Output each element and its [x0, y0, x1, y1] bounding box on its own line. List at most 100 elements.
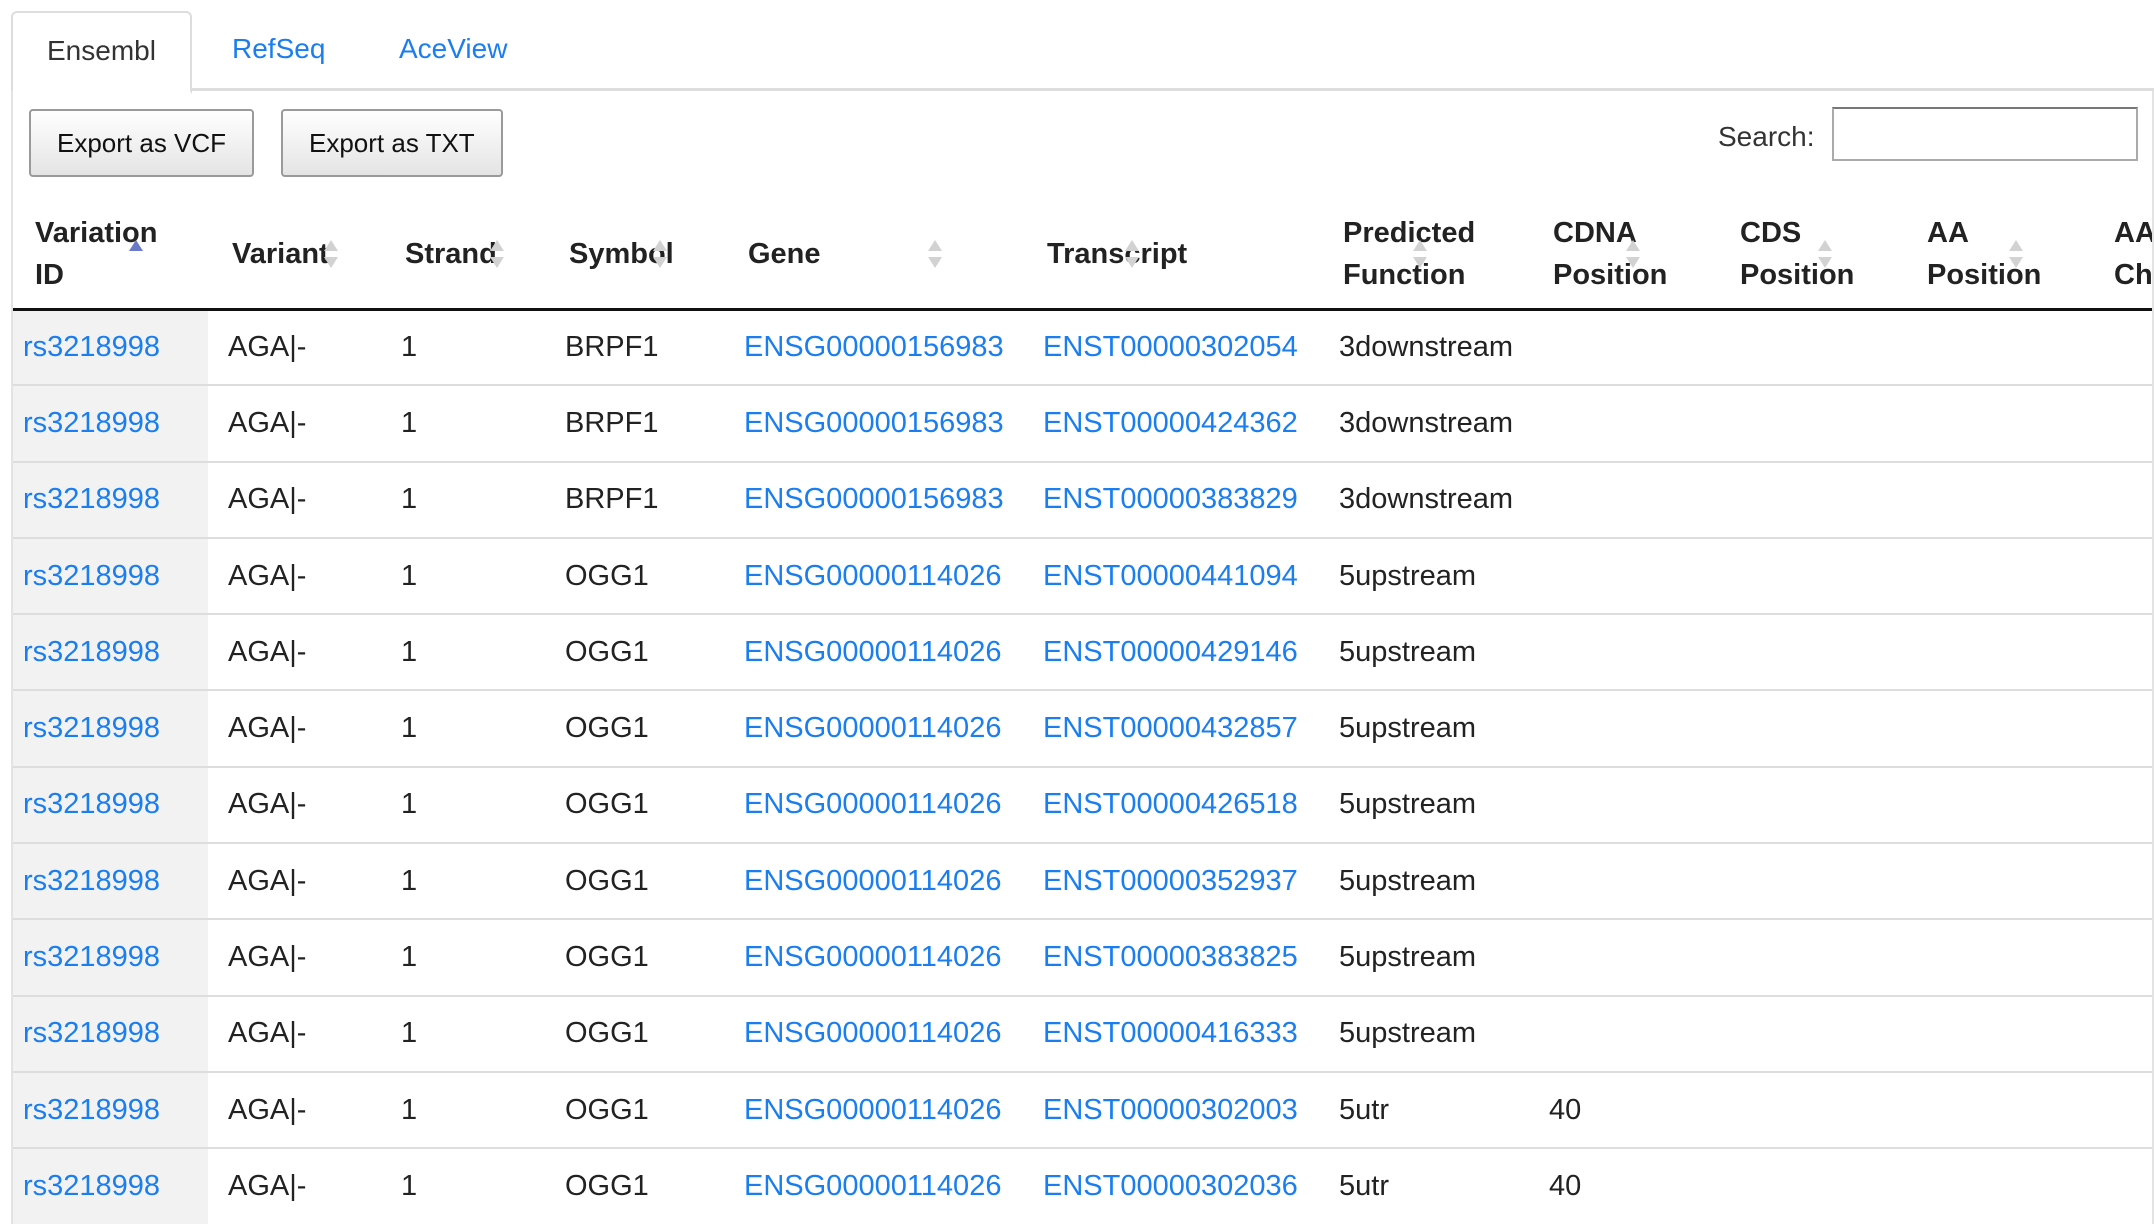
- cell-cds-position: [1716, 1070, 1903, 1149]
- variation-id-link[interactable]: rs3218998: [23, 1017, 160, 1049]
- cell-aa-change: [2090, 460, 2152, 538]
- variation-id-link[interactable]: rs3218998: [23, 1170, 160, 1202]
- search-input[interactable]: [1832, 107, 2138, 161]
- cell-variation-id: rs3218998: [13, 613, 208, 691]
- cell-gene: ENSG00000114026: [724, 842, 1023, 920]
- cell-symbol: BRPF1: [545, 460, 724, 538]
- cell-aa-position: [1903, 460, 2090, 538]
- cell-predicted-function: 5upstream: [1319, 613, 1529, 691]
- transcript-link[interactable]: ENST00000383825: [1043, 941, 1298, 973]
- variation-id-link[interactable]: rs3218998: [23, 788, 160, 820]
- column-header-aa-change[interactable]: AA Change: [2090, 201, 2154, 311]
- cell-predicted-function: 3downstream: [1319, 460, 1529, 538]
- gene-link[interactable]: ENSG00000156983: [744, 483, 1004, 515]
- transcript-link[interactable]: ENST00000302003: [1043, 1094, 1298, 1126]
- cell-cdna-position: 40: [1529, 1070, 1716, 1149]
- column-header-label: Variant: [232, 238, 329, 271]
- transcript-link[interactable]: ENST00000302054: [1043, 331, 1298, 363]
- transcript-link[interactable]: ENST00000416333: [1043, 1017, 1298, 1049]
- variation-id-link[interactable]: rs3218998: [23, 331, 160, 363]
- cell-gene: ENSG00000114026: [724, 765, 1023, 844]
- transcript-link[interactable]: ENST00000426518: [1043, 788, 1298, 820]
- cell-symbol: OGG1: [545, 536, 724, 615]
- column-header-label: Variation ID: [35, 217, 158, 292]
- cell-transcript: ENST00000302054: [1023, 309, 1319, 385]
- cell-predicted-function: 5utr: [1319, 1070, 1529, 1149]
- gene-link[interactable]: ENSG00000114026: [744, 636, 1001, 668]
- column-header-label: Predicted Function: [1343, 217, 1476, 292]
- cell-cdna-position: [1529, 536, 1716, 615]
- cell-variation-id: rs3218998: [13, 460, 208, 538]
- cell-variant: AGA|-: [208, 1070, 381, 1149]
- cell-cds-position: [1716, 384, 1903, 462]
- cell-symbol: OGG1: [545, 1070, 724, 1149]
- cell-cdna-position: [1529, 842, 1716, 920]
- gene-link[interactable]: ENSG00000156983: [744, 331, 1004, 363]
- gene-link[interactable]: ENSG00000114026: [744, 1094, 1001, 1126]
- cell-predicted-function: 5upstream: [1319, 536, 1529, 615]
- transcript-link[interactable]: ENST00000302036: [1043, 1170, 1298, 1202]
- cell-cds-position: [1716, 1147, 1903, 1224]
- column-header-label: Gene: [748, 238, 821, 271]
- gene-link[interactable]: ENSG00000114026: [744, 941, 1001, 973]
- variation-id-link[interactable]: rs3218998: [23, 712, 160, 744]
- transcript-link[interactable]: ENST00000352937: [1043, 865, 1298, 897]
- cell-cdna-position: [1529, 460, 1716, 538]
- transcript-link[interactable]: ENST00000432857: [1043, 712, 1298, 744]
- cell-strand: 1: [381, 460, 545, 538]
- gene-link[interactable]: ENSG00000114026: [744, 1017, 1001, 1049]
- variation-id-link[interactable]: rs3218998: [23, 941, 160, 973]
- tab-refseq[interactable]: RefSeq: [198, 11, 359, 91]
- cell-aa-change: [2090, 1147, 2152, 1224]
- gene-link[interactable]: ENSG00000114026: [744, 560, 1001, 592]
- gene-link[interactable]: ENSG00000114026: [744, 1170, 1001, 1202]
- cell-cdna-position: 40: [1529, 1147, 1716, 1224]
- cell-variation-id: rs3218998: [13, 689, 208, 767]
- transcript-link[interactable]: ENST00000383829: [1043, 483, 1298, 515]
- transcript-link[interactable]: ENST00000424362: [1043, 407, 1298, 439]
- table-row: rs3218998 AGA|- 1 OGG1 ENSG00000114026 ENST00…: [13, 1147, 2152, 1224]
- column-header-variant[interactable]: Variant: [208, 201, 381, 311]
- cell-variant: AGA|-: [208, 918, 381, 996]
- export-vcf-button[interactable]: Export as VCF: [29, 109, 255, 177]
- variation-id-link[interactable]: rs3218998: [23, 1094, 160, 1126]
- column-header-strand[interactable]: Strand: [381, 201, 545, 311]
- cell-strand: 1: [381, 918, 545, 996]
- cell-cds-position: [1716, 994, 1903, 1072]
- gene-link[interactable]: ENSG00000114026: [744, 788, 1001, 820]
- variation-id-link[interactable]: rs3218998: [23, 407, 160, 439]
- gene-link[interactable]: ENSG00000114026: [744, 865, 1001, 897]
- variation-id-link[interactable]: rs3218998: [23, 560, 160, 592]
- cell-cds-position: [1716, 460, 1903, 538]
- cell-transcript: ENST00000352937: [1023, 842, 1319, 920]
- column-header-aa-position[interactable]: AA Position: [1903, 201, 2090, 311]
- cell-strand: 1: [381, 689, 545, 767]
- cell-variant: AGA|-: [208, 994, 381, 1072]
- transcript-link[interactable]: ENST00000441094: [1043, 560, 1298, 592]
- column-header-gene[interactable]: Gene: [724, 201, 1023, 311]
- sort-both-icon: [653, 240, 667, 269]
- column-header-predicted-function[interactable]: Predicted Function: [1319, 201, 1529, 311]
- column-header-cds-position[interactable]: CDS Position: [1716, 201, 1903, 311]
- cell-variant: AGA|-: [208, 1147, 381, 1224]
- column-header-variation-id[interactable]: Variation ID: [13, 201, 208, 311]
- cell-predicted-function: 5upstream: [1319, 689, 1529, 767]
- cell-aa-position: [1903, 918, 2090, 996]
- column-header-cdna-position[interactable]: CDNA Position: [1529, 201, 1716, 311]
- export-txt-button[interactable]: Export as TXT: [281, 109, 503, 177]
- gene-link[interactable]: ENSG00000114026: [744, 712, 1001, 744]
- column-header-label: Strand: [405, 238, 497, 271]
- variation-id-link[interactable]: rs3218998: [23, 865, 160, 897]
- variation-id-link[interactable]: rs3218998: [23, 636, 160, 668]
- sort-both-icon: [1125, 240, 1139, 269]
- cell-transcript: ENST00000383829: [1023, 460, 1319, 538]
- gene-link[interactable]: ENSG00000156983: [744, 407, 1004, 439]
- tab-aceview[interactable]: AceView: [365, 11, 541, 91]
- tab-ensembl[interactable]: Ensembl: [11, 11, 192, 94]
- transcript-link[interactable]: ENST00000429146: [1043, 636, 1298, 668]
- column-header-symbol[interactable]: Symbol: [545, 201, 724, 311]
- column-header-transcript[interactable]: Transcript: [1023, 201, 1319, 311]
- column-header-label: AA Change: [2114, 217, 2154, 292]
- cell-transcript: ENST00000426518: [1023, 765, 1319, 844]
- variation-id-link[interactable]: rs3218998: [23, 483, 160, 515]
